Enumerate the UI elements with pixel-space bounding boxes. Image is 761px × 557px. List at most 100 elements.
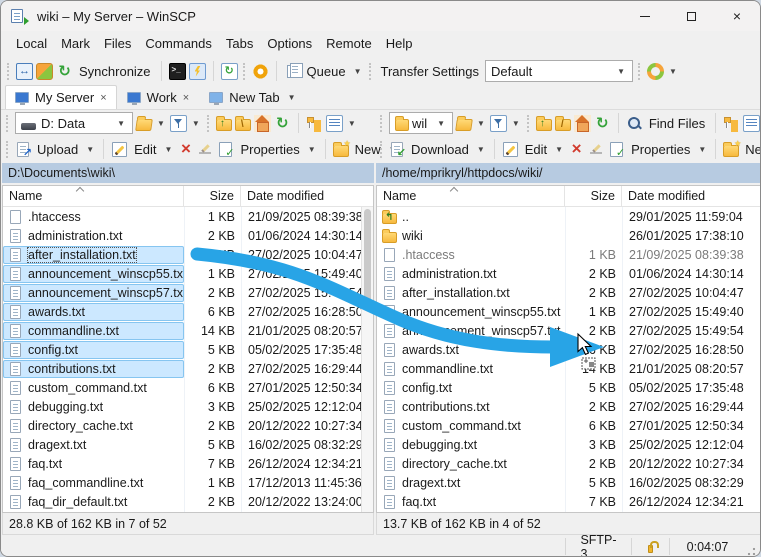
transfer-preset-combobox[interactable]: Default ▼ [485,60,633,82]
rename-icon[interactable] [197,141,214,158]
upload-button[interactable]: Upload [34,142,81,157]
column-header-date[interactable]: Date modified [241,186,373,206]
file-row[interactable]: directory_cache.txt 2 KB 20/12/2022 10:2… [377,454,761,473]
tab-new-tab[interactable]: New Tab ▼ [199,85,307,109]
preferences-gear-icon[interactable] [252,63,269,80]
drive-combobox[interactable]: D: Data ▼ [15,112,133,134]
menu-item[interactable]: Options [260,32,319,56]
file-row[interactable]: config.txt 5 KB 05/02/2025 17:35:48 [377,378,761,397]
file-row[interactable]: faq_dir_default.txt 2 KB 20/12/2022 13:2… [3,492,373,511]
local-path-bar[interactable]: D:\Documents\wiki\ [2,163,374,183]
tree-view-icon[interactable] [306,115,323,132]
tab-my-server[interactable]: My Server × [5,85,117,109]
filter-icon[interactable] [170,115,187,132]
file-row[interactable]: directory_cache.txt 2 KB 20/12/2022 10:2… [3,416,373,435]
download-icon[interactable] [391,142,403,157]
file-row[interactable]: faq.txt 7 KB 26/12/2024 12:34:21 [377,492,761,511]
compare-directories-icon[interactable] [16,63,33,80]
toolbar-gripper[interactable] [7,63,11,80]
parent-directory-icon[interactable] [216,119,232,131]
properties-button[interactable]: Properties [237,142,302,157]
file-row[interactable]: awards.txt 6 KB 27/02/2025 16:28:50 [377,340,761,359]
find-files-icon[interactable] [626,115,643,132]
edit-dropdown-arrow[interactable]: ▼ [553,145,565,154]
file-row[interactable]: .. 29/01/2025 11:59:04 [377,207,761,226]
menu-item[interactable]: Help [379,32,420,56]
tree-view-icon[interactable] [723,115,740,132]
close-button[interactable]: × [714,1,760,31]
menu-item[interactable]: Mark [54,32,97,56]
download-dropdown-arrow[interactable]: ▼ [475,145,487,154]
download-button[interactable]: Download [408,142,472,157]
edit-button[interactable]: Edit [522,142,550,157]
edit-icon[interactable] [502,141,519,158]
transfer-options-icon[interactable] [647,63,664,80]
parent-directory-icon[interactable] [536,119,552,131]
column-header-size[interactable]: Size [565,186,622,206]
open-directory-icon[interactable] [455,119,473,131]
open-directory-dropdown-arrow[interactable]: ▼ [475,119,487,128]
scrollbar-thumb[interactable] [364,209,371,309]
open-terminal-icon[interactable] [169,63,186,80]
root-directory-icon[interactable] [555,119,571,131]
properties-dropdown-arrow[interactable]: ▼ [306,145,318,154]
properties-icon[interactable] [610,142,623,157]
file-row[interactable]: dragext.txt 5 KB 16/02/2025 08:32:29 [3,435,373,454]
file-row[interactable]: faq.txt 7 KB 26/12/2024 12:34:21 [3,454,373,473]
synchronize-browsing-icon[interactable] [36,63,53,80]
menu-item[interactable]: Tabs [219,32,260,56]
file-row[interactable]: after_installation.txt 2 KB 27/02/2025 1… [3,245,373,264]
column-header-name[interactable]: Name [377,186,565,206]
rename-icon[interactable] [588,141,605,158]
column-header-name[interactable]: Name [3,186,184,206]
resize-grip[interactable] [745,545,757,557]
queue-dropdown-arrow[interactable]: ▼ [352,67,364,76]
file-row[interactable]: announcement_winscp57.txt 2 KB 27/02/202… [3,283,373,302]
menu-item[interactable]: Commands [138,32,218,56]
properties-icon[interactable] [219,142,232,157]
open-putty-icon[interactable] [189,63,206,80]
file-row[interactable]: after_installation.txt 2 KB 27/02/2025 1… [377,283,761,302]
menu-item[interactable]: Remote [319,32,379,56]
file-row[interactable]: faq_commandline.txt 1 KB 17/12/2013 11:4… [3,473,373,492]
filter-icon[interactable] [490,115,507,132]
view-style-dropdown-arrow[interactable]: ▼ [346,119,358,128]
remote-path-bar[interactable]: /home/mprikryl/httpdocs/wiki/ [376,163,761,183]
new-tab-dropdown-arrow[interactable]: ▼ [286,93,298,102]
file-row[interactable]: announcement_winscp55.txt 1 KB 27/02/202… [3,264,373,283]
file-row[interactable]: announcement_winscp55.txt 1 KB 27/02/202… [377,302,761,321]
open-directory-icon[interactable] [135,119,153,131]
file-row[interactable]: .htaccess 1 KB 21/09/2025 08:39:38 [377,245,761,264]
file-row[interactable]: custom_command.txt 6 KB 27/01/2025 12:50… [377,416,761,435]
edit-icon[interactable] [111,141,128,158]
tab-close-icon[interactable]: × [100,92,106,104]
view-style-icon[interactable] [743,115,760,132]
menu-item[interactable]: Files [97,32,138,56]
new-icon[interactable] [333,145,349,157]
local-scrollbar[interactable] [361,207,373,512]
file-row[interactable]: commandline.txt 14 KB 21/01/2025 08:20:5… [3,321,373,340]
properties-dropdown-arrow[interactable]: ▼ [696,145,708,154]
properties-button[interactable]: Properties [628,142,693,157]
tab-work[interactable]: Work × [117,85,200,109]
filter-dropdown-arrow[interactable]: ▼ [190,119,202,128]
home-directory-icon[interactable] [254,115,271,132]
menu-item[interactable]: Local [9,32,54,56]
file-row[interactable]: .htaccess 1 KB 21/09/2025 08:39:38 [3,207,373,226]
queue-button[interactable]: Queue [304,64,349,79]
upload-dropdown-arrow[interactable]: ▼ [84,145,96,154]
column-header-date[interactable]: Date modified [622,186,761,206]
open-directory-dropdown-arrow[interactable]: ▼ [155,119,167,128]
upload-icon[interactable] [17,142,29,157]
file-row[interactable]: contributions.txt 2 KB 27/02/2025 16:29:… [377,397,761,416]
edit-dropdown-arrow[interactable]: ▼ [163,145,175,154]
remote-directory-combobox[interactable]: wil ▼ [389,112,453,134]
tab-close-icon[interactable]: × [183,92,189,104]
find-files-button[interactable]: Find Files [646,116,708,131]
maximize-button[interactable] [668,1,714,31]
root-directory-icon[interactable] [235,119,251,131]
file-row[interactable]: administration.txt 2 KB 01/06/2024 14:30… [377,264,761,283]
file-row[interactable]: commandline.txt 14 KB 21/01/2025 08:20:5… [377,359,761,378]
file-row[interactable]: custom_command.txt 6 KB 27/01/2025 12:50… [3,378,373,397]
home-directory-icon[interactable] [574,115,591,132]
